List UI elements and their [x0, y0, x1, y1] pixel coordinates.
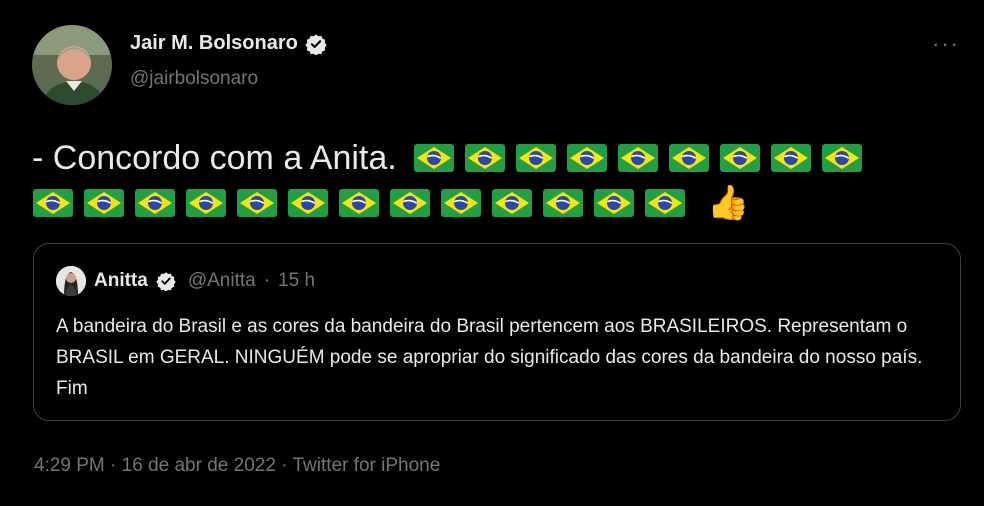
brazil-flag-icon: [413, 143, 455, 173]
meta-separator: ·: [110, 455, 117, 476]
brazil-flag-icon: [185, 188, 227, 218]
brazil-flag-icon: [32, 188, 74, 218]
tweet-text: - Concordo com a Anita.: [32, 139, 397, 177]
author-avatar[interactable]: [32, 25, 112, 105]
brazil-flag-icon: [389, 188, 431, 218]
tweet-time[interactable]: 4:29 PM: [34, 455, 105, 476]
brazil-flag-icon: [464, 143, 506, 173]
meta-separator: ·: [281, 455, 288, 476]
tweet-source[interactable]: Twitter for iPhone: [292, 455, 440, 476]
brazil-flag-icon: [617, 143, 659, 173]
quoted-tweet-time[interactable]: 15 h: [278, 270, 315, 292]
more-options-icon[interactable]: ···: [932, 31, 960, 56]
tweet-text-line-1: - Concordo com a Anita.: [32, 134, 952, 182]
flag-emoji-group: [413, 143, 863, 173]
brazil-flag-icon: [83, 188, 125, 218]
tweet-date[interactable]: 16 de abr de 2022: [122, 455, 276, 476]
author-handle[interactable]: @jairbolsonaro: [130, 68, 258, 90]
tweet-footer-meta: 4:29 PM · 16 de abr de 2022 · Twitter fo…: [34, 455, 440, 477]
quoted-tweet[interactable]: Anitta @Anitta · 15 h A bandeira do Bras…: [33, 243, 961, 421]
quoted-author-handle[interactable]: @Anitta: [188, 270, 256, 292]
brazil-flag-icon: [515, 143, 557, 173]
quoted-author-name[interactable]: Anitta: [94, 270, 148, 292]
quoted-author-avatar[interactable]: [56, 266, 86, 296]
brazil-flag-icon: [719, 143, 761, 173]
quoted-tweet-text: A bandeira do Brasil e as cores da bande…: [56, 316, 923, 399]
brazil-flag-icon: [770, 143, 812, 173]
author-name[interactable]: Jair M. Bolsonaro: [130, 32, 298, 55]
quoted-tweet-header: Anitta @Anitta · 15 h: [56, 266, 315, 296]
brazil-flag-icon: [236, 188, 278, 218]
brazil-flag-icon: [644, 188, 686, 218]
tweet-body: - Concordo com a Anita. 👍: [32, 134, 952, 220]
tweet: Jair M. Bolsonaro @jairbolsonaro ··· - C…: [0, 0, 984, 506]
verified-badge-icon: [156, 271, 176, 291]
brazil-flag-icon: [542, 188, 584, 218]
thumbs-up-icon: 👍: [707, 184, 750, 222]
brazil-flag-icon: [440, 188, 482, 218]
brazil-flag-icon: [491, 188, 533, 218]
author-name-row: Jair M. Bolsonaro: [130, 32, 327, 55]
verified-badge-icon: [305, 33, 327, 55]
brazil-flag-icon: [287, 188, 329, 218]
brazil-flag-icon: [134, 188, 176, 218]
brazil-flag-icon: [668, 143, 710, 173]
brazil-flag-icon: [593, 188, 635, 218]
flag-emoji-group: 👍: [32, 186, 952, 220]
brazil-flag-icon: [821, 143, 863, 173]
brazil-flag-icon: [338, 188, 380, 218]
meta-separator: ·: [263, 270, 271, 291]
brazil-flag-icon: [566, 143, 608, 173]
